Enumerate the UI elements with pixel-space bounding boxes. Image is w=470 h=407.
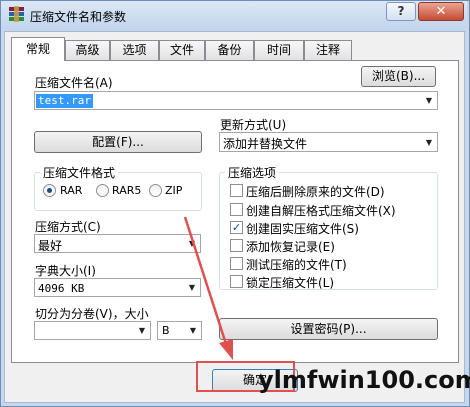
tab-general[interactable]: 常规 bbox=[11, 37, 65, 61]
annotation-arrow-icon bbox=[183, 216, 233, 360]
watermark-text: ylmfwin100.com bbox=[258, 366, 470, 394]
